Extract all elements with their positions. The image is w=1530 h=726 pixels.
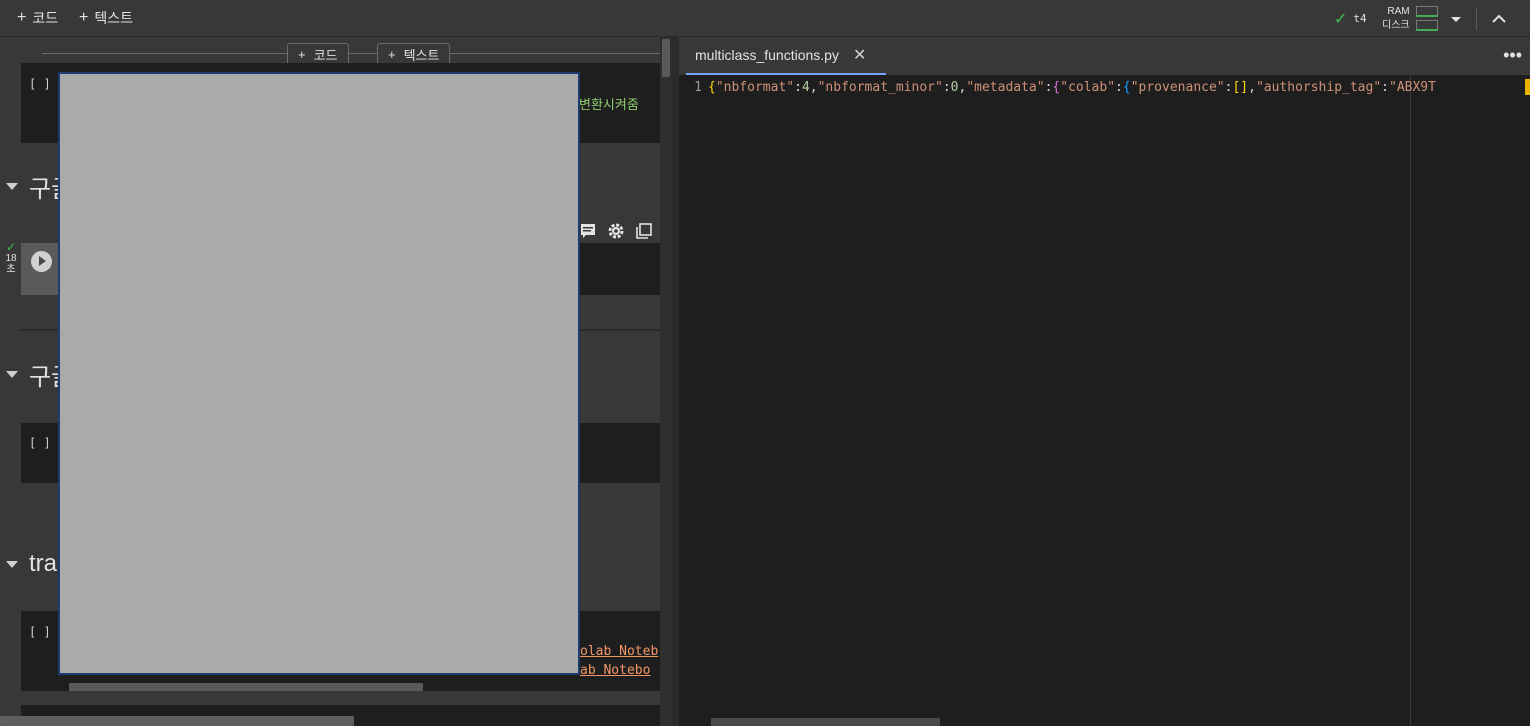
toolbar-divider	[1476, 7, 1477, 30]
editor-pane: multiclass_functions.py ✕ ••• 1 {"nbforma…	[679, 37, 1530, 726]
execution-time-value: 18	[5, 253, 17, 264]
collapse-caret-icon[interactable]	[6, 560, 18, 568]
pane-resize-handle[interactable]	[672, 37, 679, 726]
notebook-vertical-scrollbar[interactable]	[660, 37, 672, 726]
cell-horizontal-scrollbar[interactable]	[69, 683, 423, 691]
text-cursor	[1525, 79, 1530, 95]
editor-tab-bar: multiclass_functions.py ✕ •••	[679, 37, 1530, 75]
insert-code-label: 코드	[313, 48, 338, 63]
collapse-caret-icon[interactable]	[6, 182, 18, 190]
insert-text-label: 텍스트	[403, 48, 440, 63]
plus-icon: +	[79, 9, 89, 26]
code-editor[interactable]: 1 {"nbformat":4,"nbformat_minor":0,"metad…	[679, 75, 1530, 726]
runtime-status[interactable]: ✓ t4	[1334, 0, 1367, 37]
plus-icon: +	[388, 47, 396, 62]
tab-multiclass-functions[interactable]: multiclass_functions.py ✕	[686, 37, 886, 75]
tab-title: multiclass_functions.py	[695, 47, 839, 63]
ram-usage-bar	[1415, 6, 1438, 17]
cell-run-bracket[interactable]: [ ]	[29, 77, 51, 91]
plus-icon: +	[298, 47, 306, 62]
notebook-horizontal-scrollbar[interactable]	[0, 716, 354, 726]
add-code-label: 코드	[32, 10, 59, 26]
disk-usage-bar	[1415, 20, 1438, 31]
add-text-label: 텍스트	[94, 10, 133, 26]
disk-label: 디스크	[1382, 19, 1410, 31]
success-check-icon: ✓	[5, 240, 17, 254]
cell-toolbar	[578, 221, 654, 241]
cell-run-bracket[interactable]: [ ]	[29, 625, 51, 639]
collapse-toolbar-button[interactable]	[1490, 0, 1508, 37]
code-line-1: 1 {"nbformat":4,"nbformat_minor":0,"metad…	[679, 80, 1436, 95]
execution-status: ✓ 18 초	[2, 240, 20, 275]
more-options-icon[interactable]: •••	[1503, 45, 1522, 66]
execution-time-unit: 초	[6, 264, 16, 275]
caret-down-icon	[1451, 16, 1461, 22]
runtime-name: t4	[1353, 12, 1367, 25]
editor-horizontal-scrollbar[interactable]	[711, 718, 940, 726]
insert-cell-divider	[42, 53, 660, 54]
scrollbar-thumb[interactable]	[662, 39, 670, 77]
ram-label: RAM	[1387, 5, 1410, 17]
code-line-fragment-1: olab Noteb	[580, 644, 659, 659]
cell-run-gutter	[21, 243, 58, 295]
code-line-fragment-2: ab Notebo	[580, 663, 651, 678]
gear-icon[interactable]	[606, 221, 626, 241]
collapse-caret-icon[interactable]	[6, 370, 18, 378]
column-ruler	[1410, 75, 1411, 726]
plus-icon: +	[17, 9, 27, 26]
connected-check-icon: ✓	[1334, 10, 1348, 28]
close-icon[interactable]: ✕	[853, 45, 866, 65]
chevron-up-icon	[1492, 14, 1506, 23]
code-comment-fragment: 변환시켜줌	[579, 97, 639, 112]
comment-icon[interactable]	[578, 221, 598, 241]
add-text-button[interactable]: + 텍스트	[79, 8, 133, 28]
add-code-button[interactable]: + 코드	[17, 8, 58, 28]
run-cell-button[interactable]	[31, 251, 52, 272]
resource-monitor[interactable]: RAM 디스크	[1382, 0, 1438, 37]
cell-run-bracket[interactable]: [ ]	[29, 436, 51, 450]
mirror-cell-icon[interactable]	[634, 221, 654, 241]
floating-panel[interactable]	[58, 72, 580, 675]
section-heading-3-text: tra	[29, 550, 58, 577]
notebook-pane: + 코드 + 텍스트 [ ] 변환시켜줌 구글 ) ✓ 18 초	[0, 37, 672, 726]
line-number: 1	[694, 80, 702, 95]
resource-dropdown-button[interactable]	[1448, 0, 1464, 37]
top-toolbar: + 코드 + 텍스트 ✓ t4 RAM 디스크	[0, 0, 1530, 37]
